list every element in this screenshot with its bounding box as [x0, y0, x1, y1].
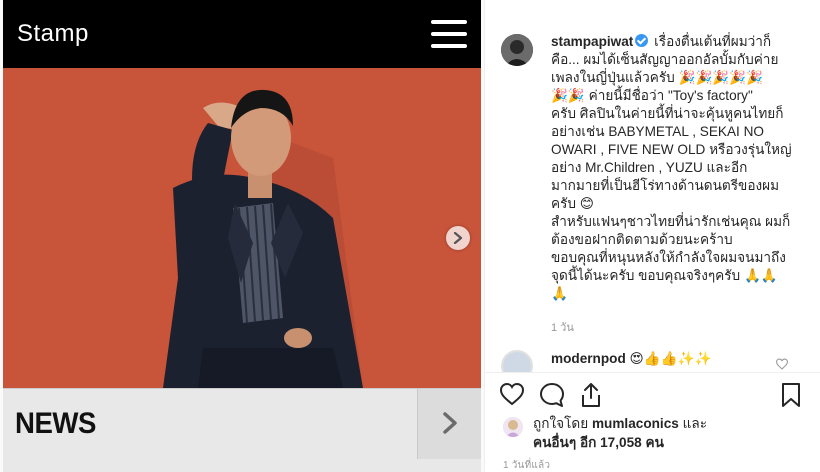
- comment-icon[interactable]: [539, 382, 565, 408]
- person-illustration: [3, 68, 481, 388]
- chevron-right-icon: [443, 412, 457, 434]
- menu-icon: [431, 20, 467, 48]
- news-label: NEWS: [15, 407, 96, 440]
- caption-age[interactable]: 1 วัน: [551, 318, 574, 336]
- post-photo: [3, 68, 481, 388]
- caption-line: stampapiwat เรื่องตื่นเต้นที่ผมว่าก็: [551, 33, 797, 51]
- likes-count-prefix: อีก: [579, 435, 597, 450]
- caption-line: 🙏: [551, 286, 568, 301]
- action-bar: [485, 380, 820, 414]
- site-logo: Stamp: [17, 20, 89, 47]
- caption-line: จุดนี้ได้นะครับ ขอบคุณจริงๆครับ 🙏🙏: [551, 268, 778, 283]
- bookmark-icon[interactable]: [781, 382, 801, 408]
- liker-username[interactable]: mumlaconics: [592, 416, 679, 431]
- caption-line: 🎉🎉 ค่ายนี้มีชื่อว่า "Toy's factory": [551, 88, 753, 103]
- caption-line: สำหรับแฟนๆชาวไทยที่น่ารักเช่นคุณ ผมก็: [551, 214, 791, 229]
- caption-text: เรื่องตื่นเต้นที่ผมว่าก็: [654, 34, 772, 49]
- comments-list[interactable]: stampapiwat เรื่องตื่นเต้นที่ผมว่าก็ คือ…: [485, 0, 820, 372]
- share-icon[interactable]: [579, 382, 603, 408]
- carousel-next-button[interactable]: [446, 226, 470, 250]
- comments-panel: stampapiwat เรื่องตื่นเต้นที่ผมว่าก็ คือ…: [484, 0, 820, 472]
- chevron-right-icon: [453, 232, 463, 244]
- post-media: Stamp NEWS: [0, 0, 484, 472]
- heart-icon[interactable]: [499, 382, 525, 406]
- caption-line: ต้องขอฝากติดตามด้วยนะคร้าบ: [551, 232, 733, 247]
- caption-line: ขอบคุณที่หนุนหลังให้กำลังใจผมจนมาถึง: [551, 250, 786, 265]
- likes-others-link[interactable]: คนอื่นๆ อีก 17,058 คน: [533, 435, 664, 450]
- reply-username[interactable]: modernpod: [551, 351, 626, 366]
- caption-line: อย่างเช่น BABYMETAL , SEKAI NO: [551, 124, 764, 139]
- caption-line: ครับ ศิลปินในค่ายนี้ที่น่าจะคุ้นหูคนไทยก…: [551, 106, 784, 121]
- reply-comment: modernpod 😍👍👍✨✨: [551, 350, 791, 368]
- reply-text: 😍👍👍✨✨: [629, 351, 712, 366]
- divider: [485, 372, 820, 373]
- liker-avatar-image: [503, 417, 523, 437]
- likes-prefix: ถูกใจโดย: [533, 416, 589, 431]
- liker-avatar[interactable]: [503, 417, 523, 437]
- avatar[interactable]: [501, 34, 533, 66]
- likes-suffix: คน: [645, 435, 664, 450]
- likes-others-label: คนอื่นๆ: [533, 435, 577, 450]
- site-header: Stamp: [3, 0, 481, 68]
- news-bar: NEWS: [3, 388, 481, 472]
- caption-line: OWARI , FIVE NEW OLD หรือวงรุ่นใหญ่: [551, 142, 792, 157]
- verified-icon: [635, 34, 649, 47]
- likes-count: 17,058: [600, 435, 642, 450]
- post-caption: stampapiwat เรื่องตื่นเต้นที่ผมว่าก็ คือ…: [551, 33, 797, 303]
- caption-line: คือ... ผมได้เซ็นสัญญาออกอัลบั้มกับค่าย: [551, 52, 779, 67]
- caption-line: ครับ 😊: [551, 196, 594, 211]
- likes-text: ถูกใจโดย mumlaconics และ คนอื่นๆ อีก 17,…: [533, 414, 707, 452]
- caption-line: เพลงในญี่ปุ่นแล้วครับ 🎉🎉🎉🎉🎉: [551, 70, 764, 85]
- reply-avatar[interactable]: [501, 350, 533, 372]
- avatar-image: [501, 34, 533, 66]
- caption-line: มากมายที่เป็นฮีโร่ทางด้านดนตรีของผม: [551, 178, 780, 193]
- news-arrow-box: [417, 389, 481, 459]
- heart-icon[interactable]: [775, 358, 789, 370]
- username[interactable]: stampapiwat: [551, 34, 633, 49]
- post-age[interactable]: 1 วันที่แล้ว: [503, 458, 550, 472]
- caption-line: อย่าง Mr.Children , YUZU และอีก: [551, 160, 748, 175]
- likes-and: และ: [682, 416, 708, 431]
